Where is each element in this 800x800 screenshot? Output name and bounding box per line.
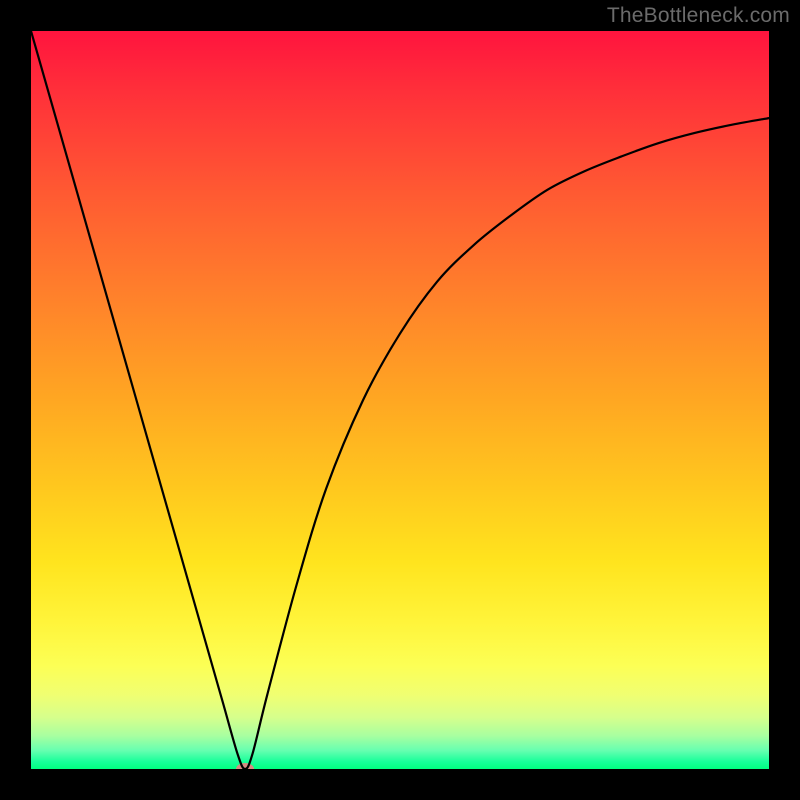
plot-area xyxy=(31,31,769,769)
bottleneck-curve xyxy=(31,31,769,769)
curve-layer xyxy=(31,31,769,769)
watermark-text: TheBottleneck.com xyxy=(607,4,790,28)
chart-frame: TheBottleneck.com xyxy=(0,0,800,800)
